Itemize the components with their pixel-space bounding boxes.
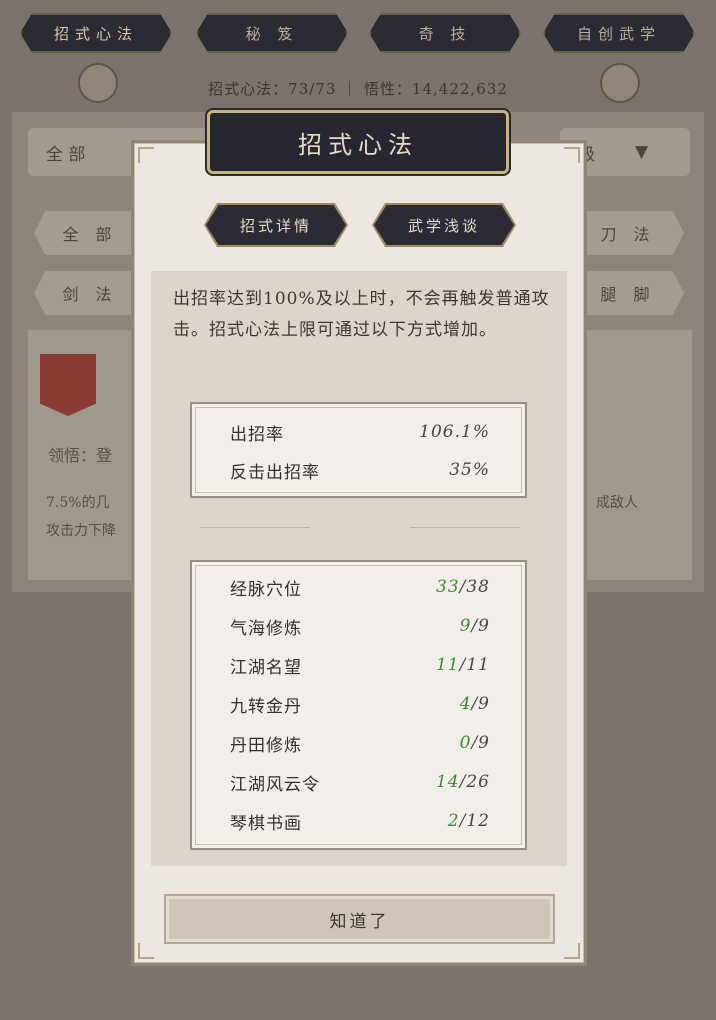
subtab-martial-talk[interactable]: 武学浅谈 [374,205,514,245]
source-max: 9 [478,616,490,636]
corner-ornament [138,147,154,163]
source-row: 琴棋书画 2/12 [230,809,490,834]
rate-label: 反击出招率 [230,462,320,483]
source-label: 九转金丹 [230,696,302,717]
source-current: 9 [459,616,472,636]
source-row: 经脉穴位 33/38 [230,575,490,600]
pill-leg: 腿 脚 [572,271,684,315]
pill-label: 剑 法 [62,285,118,304]
pill-blade: 刀 法 [572,211,684,255]
tab-moves-mind[interactable]: 招式心法 [20,13,172,53]
pill-label: 刀 法 [600,225,656,244]
rate-label: 出招率 [230,424,284,445]
divider-ornament [410,527,520,528]
source-label: 江湖风云令 [230,774,320,795]
source-label: 经脉穴位 [230,579,302,600]
pill-sword: 剑 法 [34,271,146,315]
corner-ornament [564,943,580,959]
source-max: 9 [478,694,490,714]
subtab-label: 招式详情 [239,216,312,235]
source-count: 11/11 [435,655,490,675]
tab-special-skill[interactable]: 奇 技 [369,13,521,53]
source-current: 33 [435,577,460,597]
source-max: 38 [466,577,490,597]
source-row: 九转金丹 4/9 [230,692,490,717]
source-count: 0/9 [459,733,490,753]
card-desc: 7.5%的几 [46,495,110,511]
tab-label: 招式心法 [53,24,138,43]
tab-label: 秘 笈 [245,24,299,43]
pill-label: 全 部 [62,225,118,244]
source-row: 江湖名望 11/11 [230,653,490,678]
source-max: 9 [478,733,490,753]
source-label: 丹田修炼 [230,735,302,756]
description-text: 出招率达到100%及以上时，不会再触发普通攻击。招式心法上限可通过以下方式增加。 [173,289,550,340]
source-current: 11 [435,655,460,675]
card-desc: 攻击力下降 [46,523,116,539]
source-max: 11 [466,655,490,675]
subtab-move-details[interactable]: 招式详情 [206,205,346,245]
source-count: 4/9 [459,694,490,714]
tab-label: 奇 技 [418,24,472,43]
source-max: 26 [466,772,490,792]
source-row: 江湖风云令 14/26 [230,770,490,795]
confirm-label: 知道了 [329,911,390,932]
pill-all: 全 部 [34,211,146,255]
source-max: 12 [466,811,490,831]
rate-row: 反击出招率 35% [230,458,490,483]
modal-title: 招式心法 [207,110,509,174]
subtab-label: 武学浅谈 [407,216,480,235]
rates-box [190,402,527,498]
card-label: 领悟：登 [48,446,113,465]
pill-label: 腿 脚 [600,285,656,304]
tab-custom-martial[interactable]: 自创武学 [543,13,695,53]
stat-line: 招式心法：73/73 ｜ 悟性：14,422,632 [208,80,508,98]
confirm-button[interactable]: 知道了 [164,894,555,944]
card-desc: 成敌人 [596,495,638,511]
rate-value: 35% [449,460,490,480]
source-count: 9/9 [459,616,490,636]
source-label: 琴棋书画 [230,813,302,834]
source-current: 4 [459,694,472,714]
rate-row: 出招率 106.1% [230,420,490,445]
source-count: 14/26 [435,772,490,792]
source-label: 江湖名望 [230,657,302,678]
rate-value: 106.1% [419,422,490,442]
rank-banner-icon [40,354,96,416]
source-row: 丹田修炼 0/9 [230,731,490,756]
source-current: 2 [447,811,460,831]
source-row: 气海修炼 9/9 [230,614,490,639]
source-count: 33/38 [435,577,490,597]
divider-ornament [200,527,310,528]
corner-ornament [138,943,154,959]
tab-secret-manual[interactable]: 秘 笈 [196,13,348,53]
source-label: 气海修炼 [230,618,302,639]
modal-title-text: 招式心法 [298,130,418,159]
filter-label: 全 部 [46,144,86,165]
source-count: 2/12 [447,811,490,831]
source-current: 14 [435,772,460,792]
corner-ornament [564,147,580,163]
tab-label: 自创武学 [576,24,661,43]
source-current: 0 [459,733,472,753]
chevron-down-icon: ▼ [635,142,649,162]
